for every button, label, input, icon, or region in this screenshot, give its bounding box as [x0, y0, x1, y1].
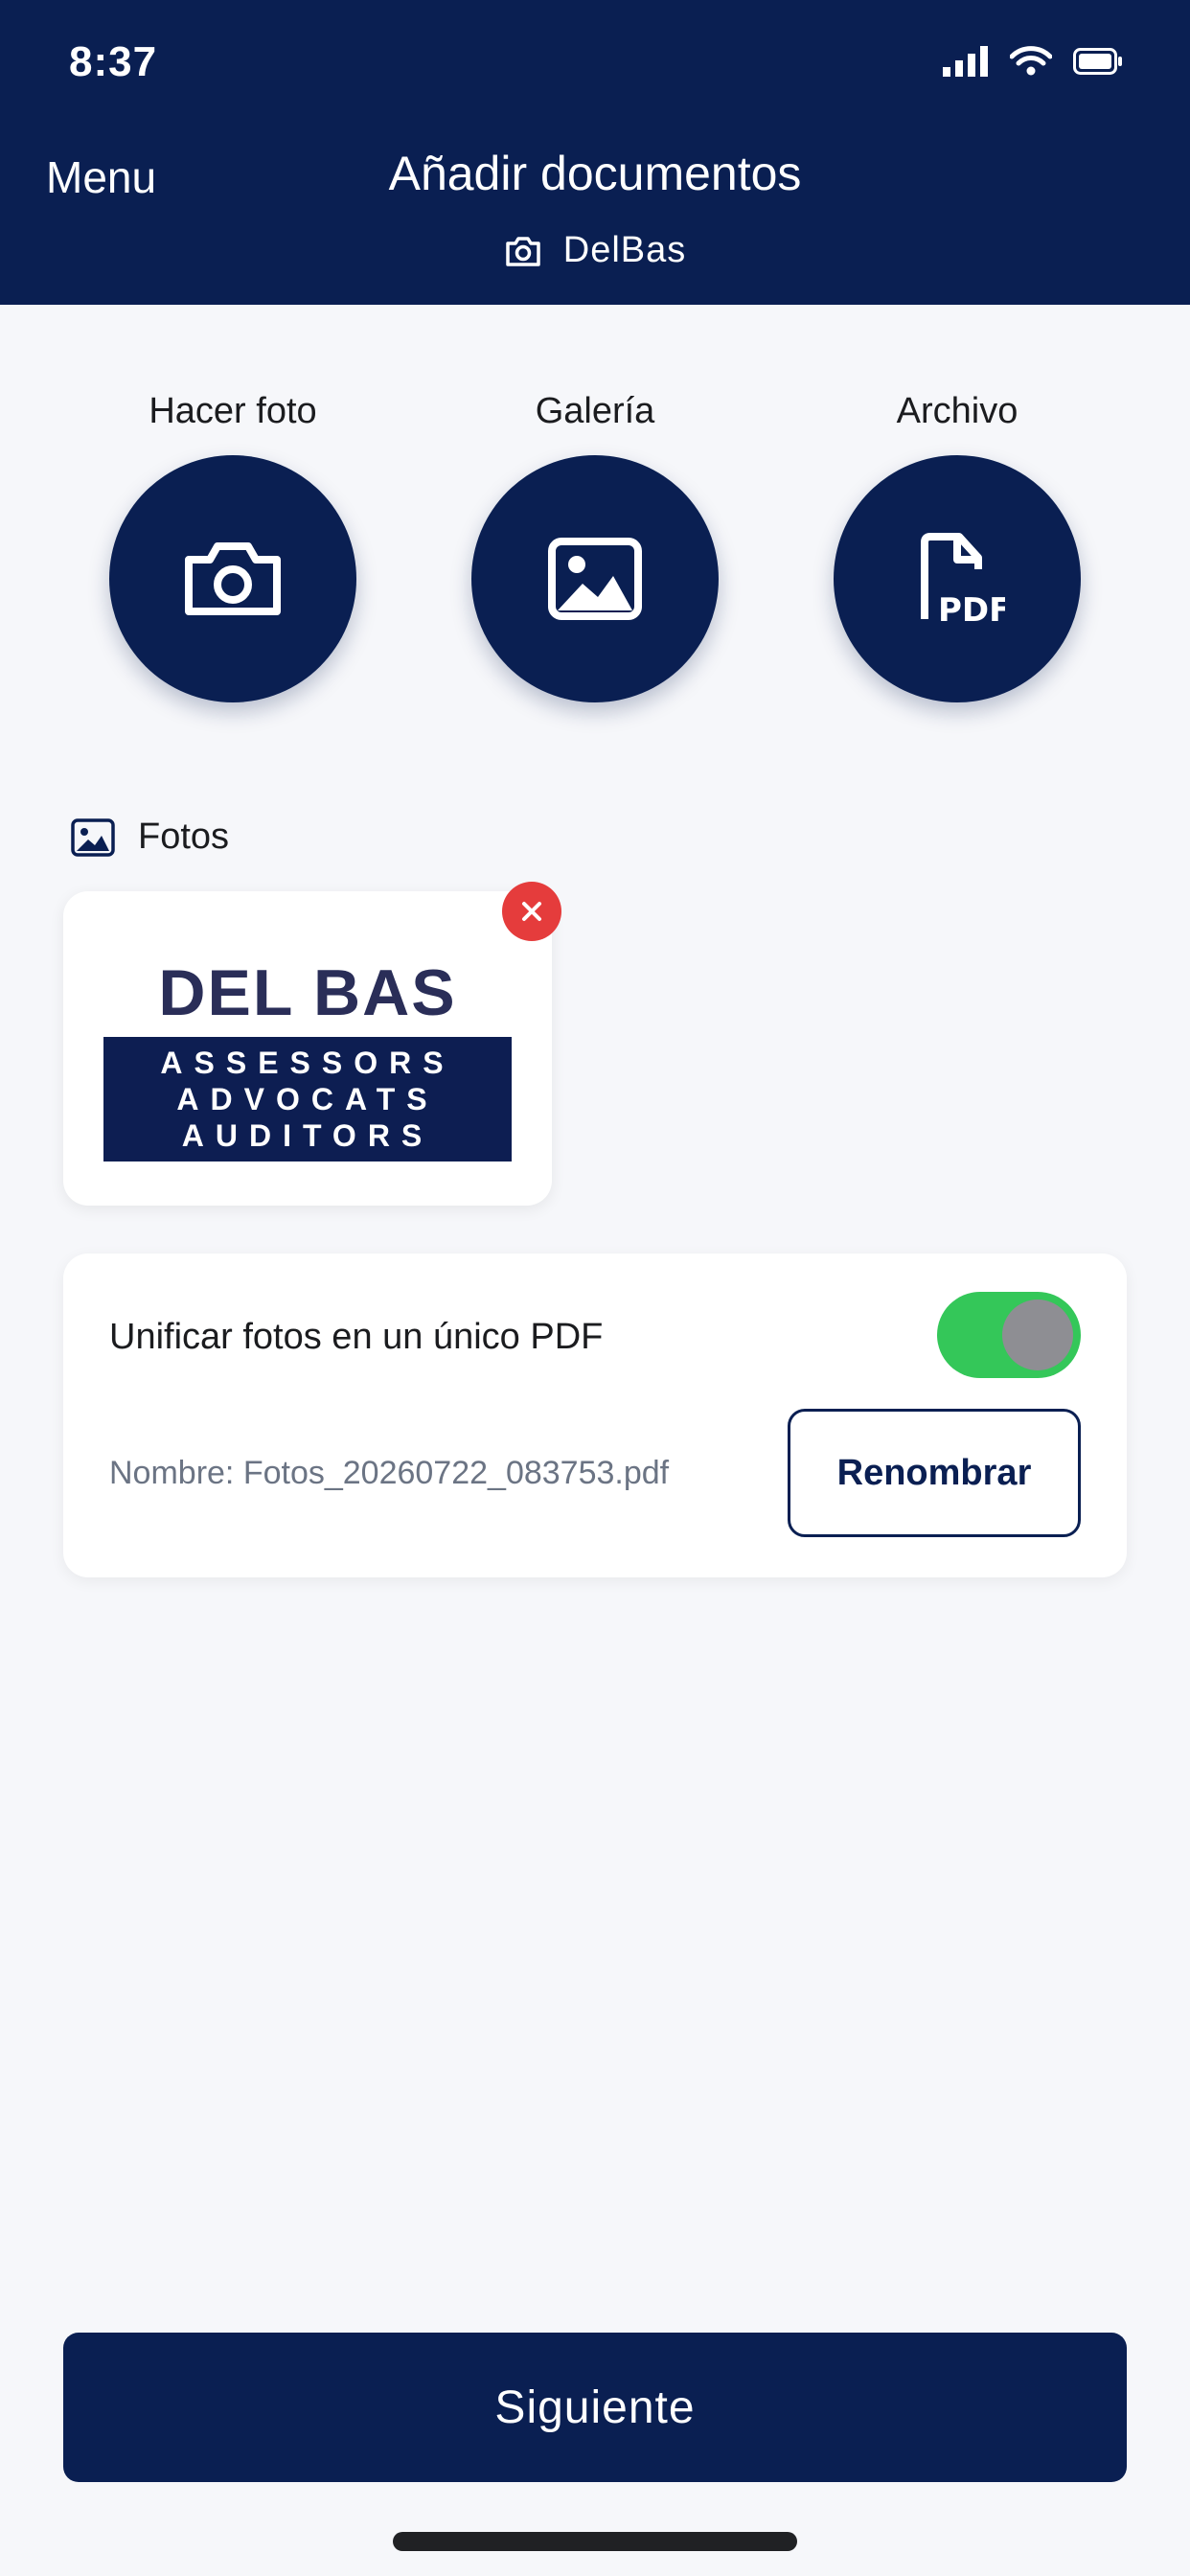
page-title: Añadir documentos [388, 147, 802, 200]
status-icons [943, 46, 1123, 77]
logo-line: ASSESSORS [160, 1046, 455, 1080]
image-icon [548, 538, 642, 620]
photos-section-label: Fotos [138, 816, 230, 857]
logo-band: ASSESSORS ADVOCATS AUDITORS [103, 1037, 512, 1162]
take-photo-action[interactable]: Hacer foto [108, 391, 357, 702]
logo-line: ADVOCATS [176, 1082, 439, 1116]
delbas-logo: DEL BAS ASSESSORS ADVOCATS AUDITORS [103, 949, 512, 1162]
take-photo-button[interactable] [109, 455, 356, 702]
close-icon [522, 902, 541, 921]
merge-pdf-label: Unificar fotos en un único PDF [109, 1317, 604, 1357]
home-indicator[interactable] [393, 2532, 797, 2551]
gallery-label: Galería [535, 391, 655, 431]
next-button[interactable]: Siguiente [63, 2333, 1127, 2482]
take-photo-label: Hacer foto [149, 391, 317, 431]
photo-thumbnail[interactable]: DEL BAS ASSESSORS ADVOCATS AUDITORS [63, 891, 552, 1206]
logo-line: AUDITORS [181, 1118, 434, 1153]
header-subtitle: DelBas [0, 230, 1190, 271]
gallery-button[interactable] [471, 455, 719, 702]
file-label: Archivo [896, 391, 1018, 431]
merge-pdf-toggle[interactable] [937, 1292, 1081, 1378]
remove-photo-button[interactable] [502, 882, 561, 941]
image-icon [71, 817, 115, 857]
status-time: 8:37 [69, 38, 158, 85]
wifi-icon [1010, 46, 1052, 76]
logo-title: DEL BAS [158, 956, 457, 1029]
rename-button[interactable]: Renombrar [788, 1409, 1081, 1537]
app-header: 8:37 Menu Añadir documentos DelBas [0, 0, 1190, 305]
camera-icon [506, 236, 540, 266]
camera-icon [185, 542, 281, 615]
file-action[interactable]: Archivo PDF [833, 391, 1082, 702]
file-button[interactable]: PDF [834, 455, 1081, 702]
svg-text:PDF: PDF [938, 591, 1005, 627]
pdf-file-icon: PDF [921, 533, 1005, 627]
photos-section-header: Fotos [71, 816, 229, 858]
battery-icon [1073, 48, 1122, 75]
company-name: DelBas [562, 230, 687, 270]
signal-icon [943, 46, 988, 77]
merge-pdf-card: Unificar fotos en un único PDF Nombre: F… [63, 1254, 1127, 1577]
gallery-action[interactable]: Galería [470, 391, 720, 702]
toggle-knob [1002, 1300, 1073, 1370]
pdf-filename: Nombre: Fotos_20260722_083753.pdf [109, 1455, 670, 1491]
